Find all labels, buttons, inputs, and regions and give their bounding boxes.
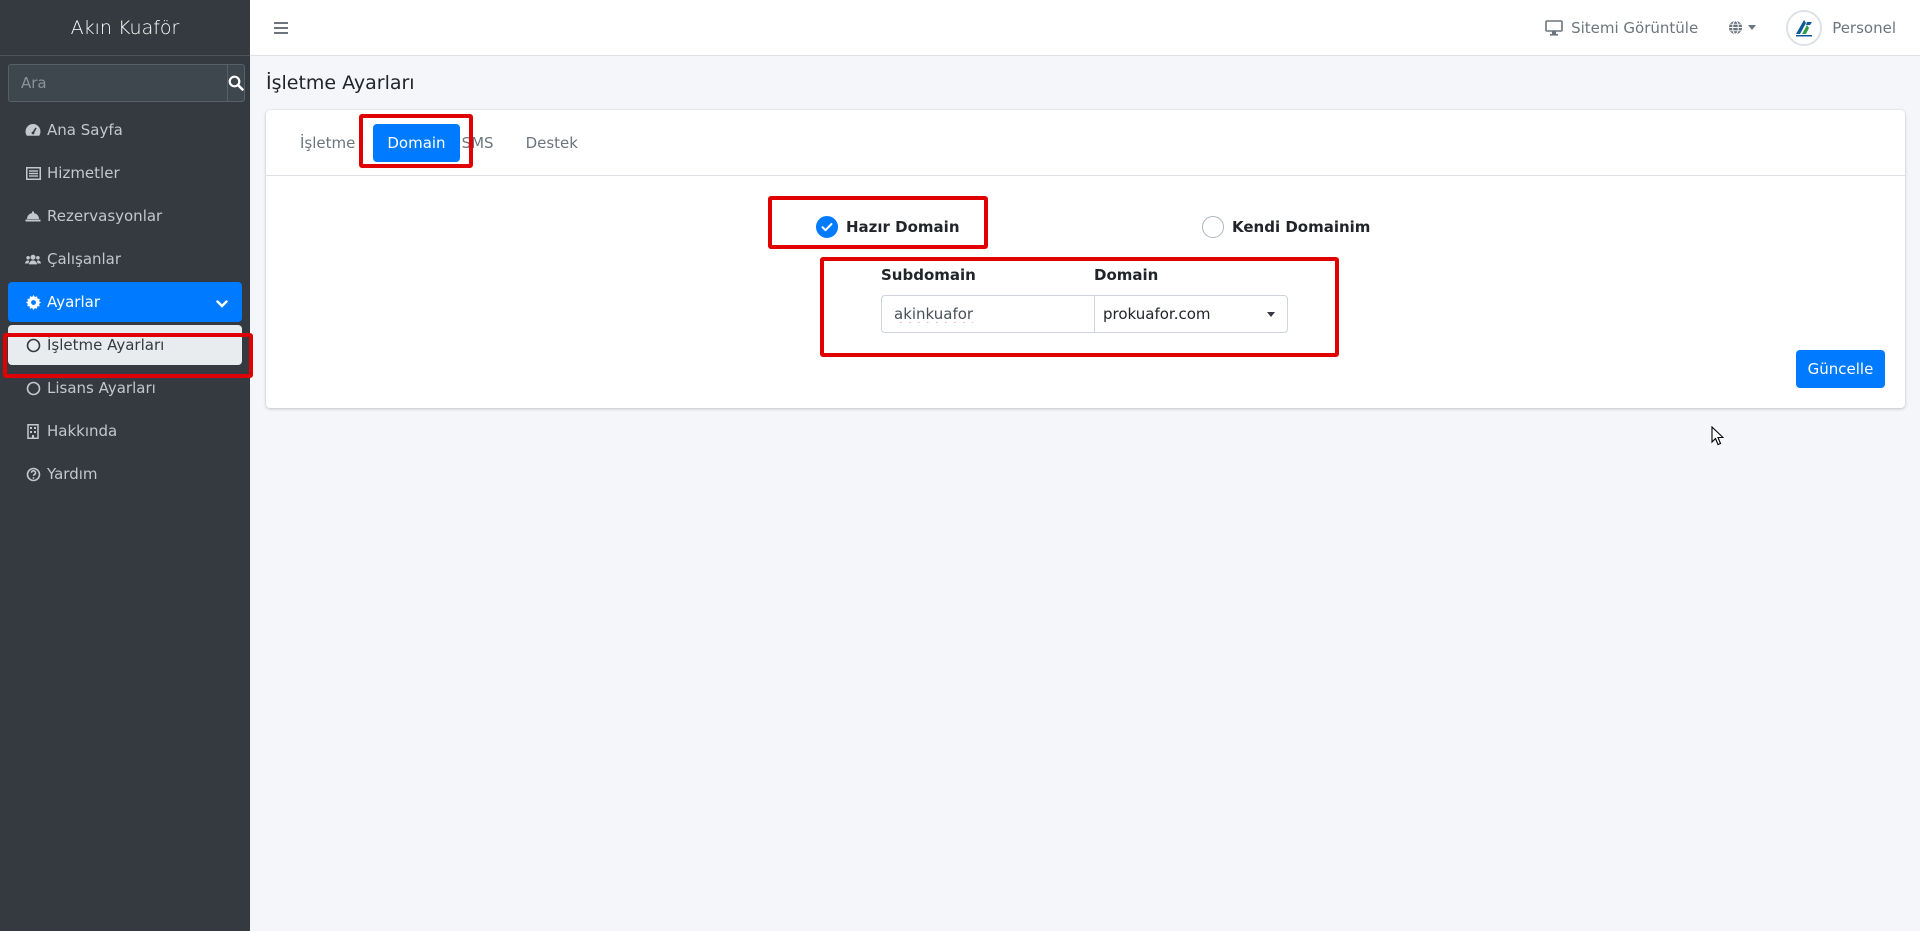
sidebar-item-hakkinda[interactable]: Hakkında: [8, 411, 242, 451]
circle-icon: [25, 380, 41, 396]
language-dropdown[interactable]: [1728, 20, 1757, 35]
tab-domain[interactable]: Domain: [373, 123, 460, 162]
search-button[interactable]: [227, 64, 245, 102]
sidebar-nav: Ana Sayfa Hizmetler Rezervasyonlar Çalış…: [0, 110, 250, 494]
sidebar-item-label: Lisans Ayarları: [47, 379, 156, 397]
globe-icon: [1729, 20, 1743, 35]
update-button[interactable]: Güncelle: [1796, 350, 1885, 388]
sidebar-item-label: Rezervasyonlar: [47, 207, 163, 225]
users-icon: [25, 251, 41, 267]
settings-tabs: İşletme Domain SMS Destek: [266, 110, 1905, 176]
chevron-down-icon: [1748, 25, 1757, 30]
sidebar-item-ayarlar[interactable]: Ayarlar: [8, 282, 242, 322]
circle-icon: [25, 337, 41, 353]
radio-hazir-domain[interactable]: Hazır Domain: [816, 216, 960, 238]
list-icon: [25, 165, 41, 181]
user-name: Personel: [1832, 18, 1896, 37]
sidebar-item-label: Hizmetler: [47, 164, 120, 182]
tab-destek[interactable]: Destek: [512, 124, 592, 162]
user-menu[interactable]: Personel: [1786, 9, 1896, 46]
radio-kendi-domainim[interactable]: Kendi Domainim: [1202, 216, 1370, 238]
top-navbar: Sitemi Görüntüle Personel: [250, 0, 1920, 56]
sidebar-item-isletme-ayarlari[interactable]: İşletme Ayarları: [8, 325, 242, 365]
company-logo-icon: [1791, 14, 1818, 41]
sidebar-item-label: Hakkında: [47, 422, 118, 440]
radio-label: Kendi Domainim: [1232, 218, 1371, 236]
sidebar-item-yardim[interactable]: Yardım: [8, 454, 242, 494]
bell-icon: [25, 208, 41, 224]
sidebar-item-label: Ana Sayfa: [47, 121, 123, 139]
radio-label: Hazır Domain: [846, 218, 960, 236]
sidebar-item-rezervasyonlar[interactable]: Rezervasyonlar: [8, 196, 242, 236]
question-circle-icon: [25, 466, 41, 482]
hamburger-icon: [274, 21, 288, 34]
domain-select[interactable]: prokuafor.com: [1094, 295, 1288, 333]
mouse-cursor-icon: [1711, 426, 1724, 446]
view-site-label: Sitemi Görüntüle: [1571, 18, 1699, 37]
sidebar-item-ana-sayfa[interactable]: Ana Sayfa: [8, 110, 242, 150]
domain-select-value: prokuafor.com: [1103, 305, 1211, 323]
sidebar-item-label: Çalışanlar: [47, 250, 122, 268]
subdomain-input[interactable]: [881, 295, 1095, 333]
sidebar: Akın Kuaför Ana Sayfa Hizmetler Rezervas…: [0, 0, 250, 931]
chevron-down-icon: [216, 294, 228, 312]
brand-title[interactable]: Akın Kuaför: [0, 0, 250, 56]
sidebar-item-label: İşletme Ayarları: [47, 336, 165, 354]
building-icon: [25, 423, 41, 439]
tab-isletme[interactable]: İşletme: [300, 124, 369, 162]
search-icon: [228, 75, 244, 91]
search-input[interactable]: [8, 64, 227, 102]
dashboard-icon: [25, 122, 41, 138]
gear-icon: [25, 294, 41, 310]
radio-unchecked-icon: [1202, 216, 1224, 238]
sidebar-item-calisanlar[interactable]: Çalışanlar: [8, 239, 242, 279]
top-right-menu: Sitemi Görüntüle Personel: [1545, 0, 1920, 56]
settings-card: İşletme Domain SMS Destek: [266, 110, 1905, 408]
sidebar-item-hizmetler[interactable]: Hizmetler: [8, 153, 242, 193]
desktop-icon: [1545, 19, 1563, 36]
domain-label: Domain: [1094, 266, 1159, 284]
sidebar-item-label: Yardım: [47, 465, 98, 483]
view-site-link[interactable]: Sitemi Görüntüle: [1545, 19, 1698, 37]
sidebar-item-lisans-ayarlari[interactable]: Lisans Ayarları: [8, 368, 242, 408]
tab-sms[interactable]: SMS: [448, 124, 508, 162]
sidebar-search: [8, 64, 245, 102]
page-title: İşletme Ayarları: [266, 72, 415, 94]
radio-checked-icon: [816, 216, 838, 238]
subdomain-label: Subdomain: [881, 266, 976, 284]
menu-toggle-button[interactable]: [274, 21, 288, 34]
sidebar-item-label: Ayarlar: [47, 293, 101, 311]
avatar: [1786, 9, 1823, 46]
chevron-down-icon: [1267, 311, 1275, 317]
